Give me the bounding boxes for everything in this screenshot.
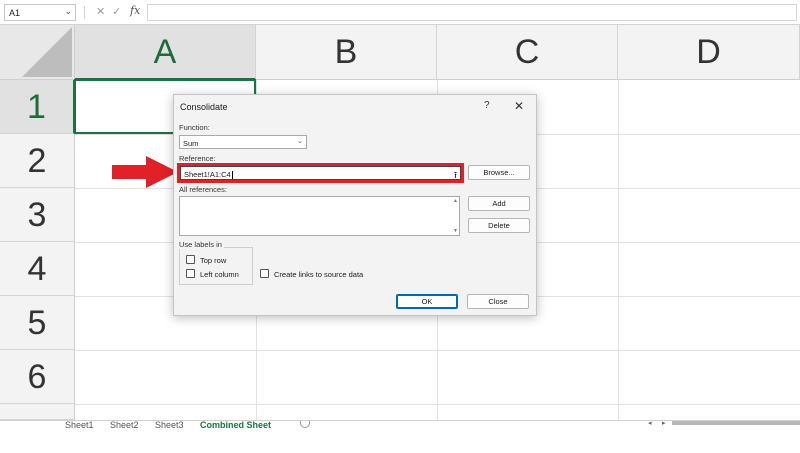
name-box-value: A1 [9, 8, 21, 18]
gridline [75, 404, 800, 405]
row-header-4[interactable]: 4 [0, 242, 75, 296]
add-button[interactable]: Add [468, 196, 530, 211]
chevron-down-icon[interactable]: ⌄ [297, 137, 303, 145]
scroll-down-icon[interactable]: ▼ [453, 228, 458, 234]
row-header-3[interactable]: 3 [0, 188, 75, 242]
text-cursor [231, 171, 233, 180]
function-select[interactable]: Sum ⌄ [179, 135, 307, 149]
top-row-label[interactable]: Top row [200, 256, 226, 265]
select-all-triangle-icon [22, 27, 72, 77]
row-header-6[interactable]: 6 [0, 350, 75, 404]
scroll-right-icon[interactable]: ▸ [662, 420, 666, 427]
gridline [75, 350, 800, 351]
use-labels-label: Use labels in [179, 240, 224, 249]
add-sheet-icon[interactable] [300, 421, 310, 428]
insert-function-icon[interactable]: fx [130, 4, 140, 17]
sheet-tab-sheet3[interactable]: Sheet3 [155, 421, 184, 431]
function-value: Sum [183, 139, 199, 148]
browse-button[interactable]: Browse... [468, 165, 530, 180]
name-box[interactable]: A1 ⌄ [4, 4, 76, 21]
create-links-checkbox[interactable] [260, 269, 269, 278]
row-header-2[interactable]: 2 [0, 134, 75, 188]
top-row-checkbox[interactable] [186, 255, 195, 264]
create-links-label[interactable]: Create links to source data [274, 270, 363, 279]
row-header-5[interactable]: 5 [0, 296, 75, 350]
gridline [618, 80, 619, 420]
close-icon[interactable]: ✕ [514, 99, 524, 113]
row-header-7[interactable] [0, 404, 75, 420]
left-column-checkbox[interactable] [186, 269, 195, 278]
ok-button[interactable]: OK [396, 294, 458, 309]
sheet-tab-sheet2[interactable]: Sheet2 [110, 421, 139, 431]
excel-window: A1 ⌄ ✕ ✓ fx A B C D 1 2 3 4 5 6 Sheet1 S… [0, 0, 800, 453]
column-header-c[interactable]: C [437, 25, 618, 80]
sheet-tab-bar: Sheet1 Sheet2 Sheet3 Combined Sheet ◂ ▸ [0, 420, 800, 453]
sheet-tab-sheet1[interactable]: Sheet1 [65, 421, 94, 431]
horizontal-scrollbar[interactable] [672, 421, 800, 425]
collapse-dialog-icon[interactable]: ⭱ [454, 168, 457, 184]
red-arrow-icon [112, 156, 178, 188]
reference-value: Sheet1!A1:C4 [184, 170, 231, 179]
left-column-label[interactable]: Left column [200, 270, 239, 279]
use-labels-group [179, 247, 253, 285]
formula-input[interactable] [147, 4, 797, 21]
column-header-d[interactable]: D [618, 25, 800, 80]
column-header-b[interactable]: B [256, 25, 437, 80]
enter-icon[interactable]: ✓ [112, 5, 121, 18]
sheet-tab-combined-sheet[interactable]: Combined Sheet [200, 421, 271, 431]
cancel-icon[interactable]: ✕ [96, 5, 105, 18]
all-references-list[interactable]: ▲ ▼ [179, 196, 460, 236]
all-references-label: All references: [179, 185, 227, 194]
scroll-left-icon[interactable]: ◂ [648, 420, 652, 427]
reference-input[interactable]: Sheet1!A1:C4 ⭱ [180, 166, 461, 180]
scroll-up-icon[interactable]: ▲ [453, 198, 458, 204]
chevron-down-icon[interactable]: ⌄ [64, 6, 72, 17]
close-button[interactable]: Close [467, 294, 529, 309]
delete-button[interactable]: Delete [468, 218, 530, 233]
formula-bar: A1 ⌄ ✕ ✓ fx [0, 0, 800, 25]
column-header-a[interactable]: A [75, 25, 256, 80]
formula-bar-divider [84, 6, 85, 19]
row-header-1[interactable]: 1 [0, 80, 75, 134]
consolidate-dialog: Consolidate ? ✕ Function: Sum ⌄ Referenc… [173, 94, 537, 316]
select-all-button[interactable] [0, 25, 75, 80]
function-label: Function: [179, 123, 210, 132]
help-button[interactable]: ? [484, 100, 490, 111]
reference-label: Reference: [179, 154, 216, 163]
dialog-title: Consolidate [180, 102, 228, 112]
